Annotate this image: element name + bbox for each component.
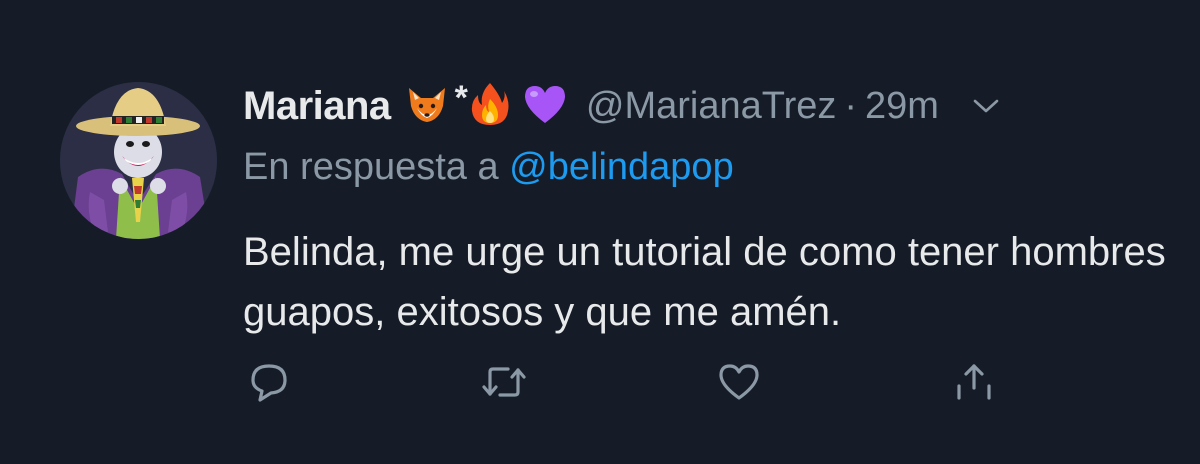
asterisk-text: *: [454, 78, 468, 117]
retweet-icon: [482, 367, 526, 397]
reply-icon: [251, 364, 287, 402]
fox-emoji: [405, 84, 449, 129]
separator-dot: ·: [844, 84, 858, 127]
reply-button[interactable]: [243, 358, 295, 406]
tweet-text: Belinda, me urge un tutorial de como ten…: [243, 230, 1166, 334]
reply-prefix: En respuesta a: [243, 146, 510, 188]
share-icon: [957, 364, 991, 400]
user-handle[interactable]: @MarianaTrez: [586, 85, 836, 128]
tweet-header: Mariana * @MarianaTrez · 29m: [243, 78, 999, 134]
tweet: Mariana * @MarianaTrez · 29m En respuest…: [0, 0, 1200, 464]
chevron-down-icon[interactable]: [973, 93, 999, 119]
heart-icon: [719, 364, 759, 400]
avatar[interactable]: [60, 82, 217, 239]
tweet-actions: [243, 358, 1023, 406]
reply-context: En respuesta a @belindapop: [243, 146, 734, 189]
name-emojis: *: [405, 78, 568, 132]
retweet-button[interactable]: [478, 358, 530, 406]
avatar-image: [60, 82, 217, 239]
fire-emoji: [470, 81, 510, 132]
share-button[interactable]: [948, 358, 1000, 406]
display-name[interactable]: Mariana: [243, 84, 391, 129]
like-button[interactable]: [713, 358, 765, 406]
purple-heart-emoji: [522, 83, 568, 130]
tweet-time[interactable]: 29m: [865, 85, 939, 128]
reply-mention-link[interactable]: @belindapop: [509, 146, 734, 188]
